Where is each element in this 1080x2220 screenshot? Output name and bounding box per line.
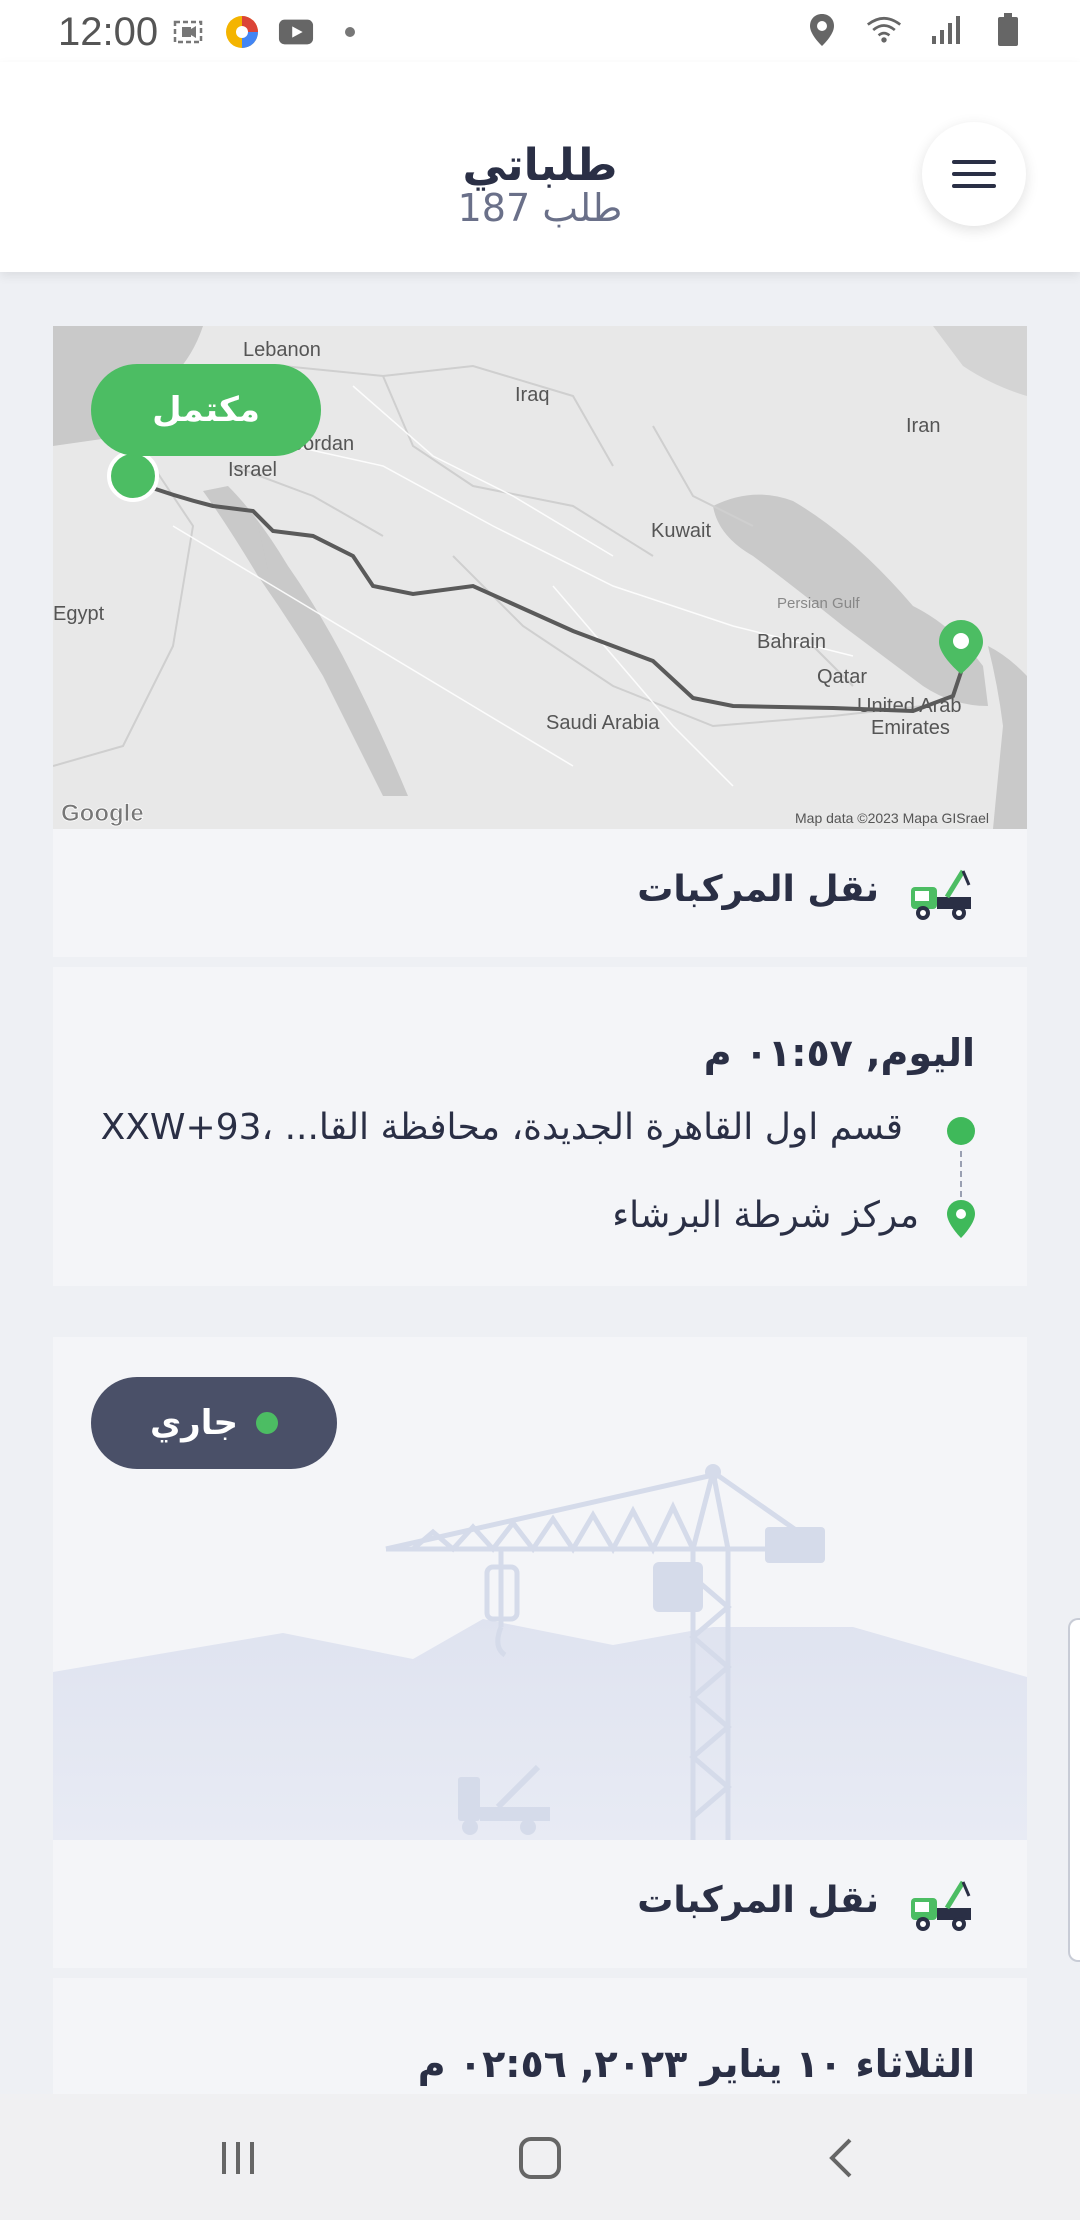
app-header: طلباتي 187 طلب [0,62,1080,272]
route-map[interactable]: Lebanon Iraq Iran Jordan Israel Kuwait E… [53,326,1027,829]
status-badge-label: مكتمل [152,390,260,430]
map-label-iraq: Iraq [515,384,549,406]
status-badge: جاري [91,1377,337,1469]
map-label-kuwait: Kuwait [651,520,711,542]
map-label-uae-2: Emirates [871,717,950,739]
map-label-qatar: Qatar [817,666,867,688]
service-row: نقل المركبات [53,829,1027,957]
order-card[interactable]: Lebanon Iraq Iran Jordan Israel Kuwait E… [53,326,1027,1286]
photos-app-icon [224,14,260,50]
status-left-icons [170,14,368,50]
recent-apps-button[interactable] [210,2130,266,2186]
map-label-iran: Iran [906,415,940,437]
service-name: نقل المركبات [637,869,879,910]
dropoff-pin-icon [947,1200,975,1238]
battery-icon [990,12,1026,48]
pickup-dot-icon [947,1117,975,1145]
map-label-egypt: Egypt [53,603,105,625]
order-illustration: جاري [53,1337,1027,1840]
status-badge: مكتمل [91,364,321,456]
order-details: اليوم, ٠١:٥٧ م قسم اول القاهرة الجديدة، … [53,967,1027,1286]
start-point-marker [107,450,159,502]
scroll-handle[interactable] [1068,1618,1080,1962]
in-progress-dot-icon [256,1412,278,1434]
youtube-icon [278,14,314,50]
recent-apps-icon [222,2142,254,2174]
tow-truck-icon [911,1880,971,1931]
map-label-bahrain: Bahrain [757,631,826,653]
page-title: طلباتي [462,140,618,191]
order-details: الثلاثاء ١٠ يناير ٢٠٢٣, ٠٢:٥٦ م [53,1978,1027,2094]
tow-truck-icon [911,869,971,920]
screen-record-icon [170,14,206,50]
service-name: نقل المركبات [637,1880,879,1921]
dropoff-address: مركز شرطة البرشاء [612,1195,919,1236]
map-label-persian-gulf: Persian Gulf [777,595,860,612]
signal-icon [928,12,964,48]
status-badge-label: جاري [149,1403,238,1443]
order-date: اليوم, ٠١:٥٧ م [703,1031,975,1075]
status-bar: 12:00 [0,0,1080,62]
system-nav-bar [0,2094,1080,2220]
orders-count: 187 طلب [457,186,623,230]
pickup-address: قسم اول القاهرة الجديدة، محافظة القا... … [100,1107,903,1148]
google-logo: Google [61,800,144,827]
home-icon [519,2137,561,2179]
dot-icon [332,14,368,50]
back-button[interactable] [814,2130,870,2186]
map-label-lebanon: Lebanon [243,339,321,361]
map-attribution: Map data ©2023 Mapa GISrael [795,810,989,826]
location-icon [804,12,840,48]
service-row: نقل المركبات [53,1840,1027,1968]
menu-button[interactable] [922,122,1026,226]
map-label-israel: Israel [228,459,277,481]
status-time: 12:00 [58,10,159,54]
home-button[interactable] [512,2130,568,2186]
status-right-icons [804,12,1026,48]
wifi-icon [866,12,902,48]
order-card[interactable]: جاري نقل المركبات الثلاثاء ١٠ يناير ٢٠٢٣… [53,1337,1027,2094]
back-icon [829,2138,852,2178]
order-date: الثلاثاء ١٠ يناير ٢٠٢٣, ٠٢:٥٦ م [417,2042,975,2086]
hamburger-icon [952,160,996,188]
map-label-saudi-arabia: Saudi Arabia [546,712,660,734]
